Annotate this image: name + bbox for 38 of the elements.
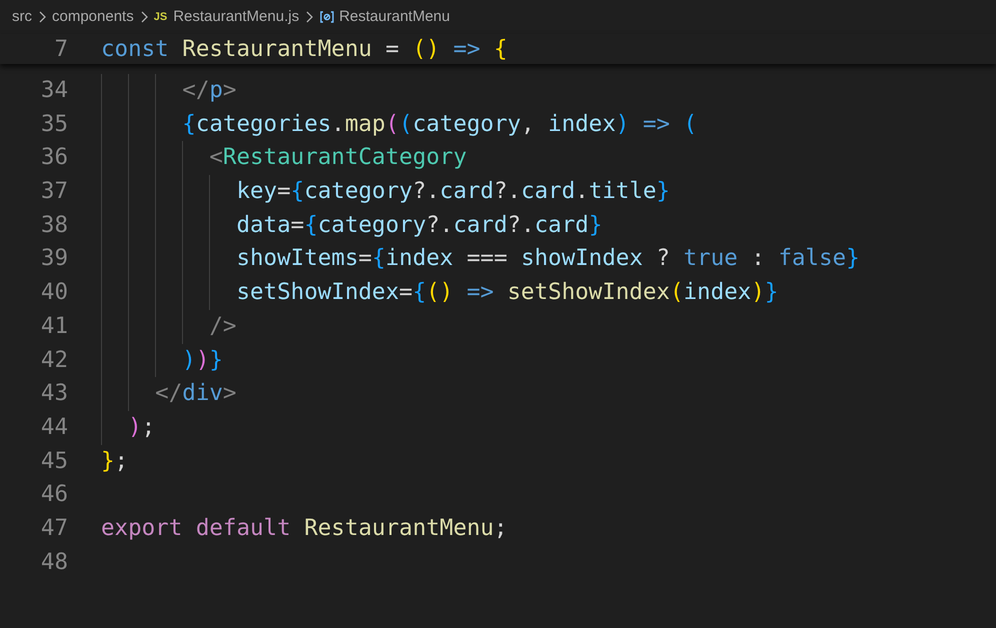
line-number: 37 [40, 177, 68, 206]
code-line: /> [101, 310, 236, 344]
line-number: 40 [40, 278, 68, 308]
chevron-icon [38, 11, 46, 23]
line-number: 46 [40, 480, 68, 510]
code-line: ))} [101, 344, 223, 378]
line-number: 48 [40, 548, 68, 577]
line-number: 7 [53, 35, 68, 64]
code-line: ); [101, 410, 156, 445]
code-line: </div> [101, 377, 236, 411]
breadcrumb-item[interactable]: components [52, 6, 134, 28]
code-line: <RestaurantCategory [101, 141, 467, 176]
line-number: 42 [40, 346, 68, 374]
variable-icon [319, 10, 336, 24]
chevron-icon [305, 11, 314, 23]
line-number: 41 [40, 312, 68, 341]
code-line: key={category?.card?.card.title} [101, 175, 670, 209]
code-line: const RestaurantMenu = () => { [101, 35, 508, 64]
line-number: 35 [40, 110, 68, 139]
breadcrumb-item[interactable]: JS RestaurantMenu.js [154, 6, 300, 28]
line-number: 36 [40, 143, 68, 172]
code-line: </p> [101, 74, 236, 108]
breadcrumb-item[interactable]: src [12, 6, 32, 28]
chevron-icon [140, 11, 148, 23]
code-line: export default RestaurantMenu; [101, 514, 508, 543]
code-line: data={category?.card?.card} [101, 208, 602, 242]
line-number: 45 [40, 446, 68, 476]
code-line: {categories.map((category, index) => ( [101, 108, 698, 142]
line-number: 43 [40, 379, 68, 408]
line-number: 44 [40, 412, 68, 442]
code-line: }; [101, 446, 128, 476]
code-line: setShowIndex={() => setShowIndex(index)} [101, 276, 778, 310]
line-number: 47 [40, 514, 68, 543]
line-number: 34 [40, 76, 68, 105]
line-number: 39 [40, 244, 68, 274]
code-line: showItems={index === showIndex ? true : false} [101, 242, 860, 276]
line-number: 38 [40, 210, 68, 240]
breadcrumb-item[interactable]: RestaurantMenu [319, 6, 450, 28]
